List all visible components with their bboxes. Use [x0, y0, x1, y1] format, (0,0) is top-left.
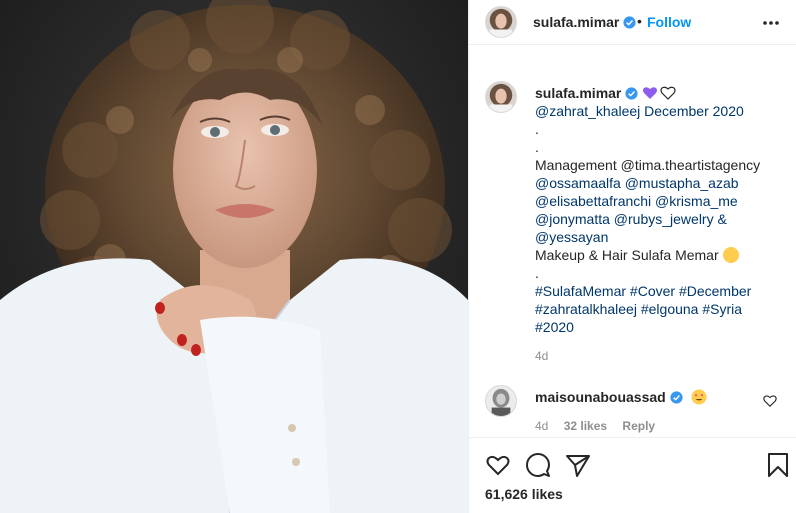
comment-meta: 4d 32 likes Reply — [535, 419, 667, 433]
post-panel: sulafa.mimar • Follow sulafa.mimar @zahr… — [468, 0, 796, 513]
header-username[interactable]: sulafa.mimar — [533, 14, 636, 30]
more-dots-icon[interactable] — [761, 13, 781, 33]
comment-like-heart-icon[interactable] — [763, 394, 777, 408]
comment-avatar[interactable] — [485, 385, 517, 417]
caption-text: Makeup & Hair Sulafa Memar — [535, 247, 719, 263]
action-bar: 61,626 likes — [469, 437, 796, 513]
caption-hashtags[interactable]: #2020 — [535, 318, 785, 336]
verified-badge-icon — [623, 16, 636, 29]
purple-and-white-heart-icon — [643, 86, 676, 100]
caption-username[interactable]: sulafa.mimar — [535, 85, 621, 101]
caption-line[interactable]: @yessayan — [535, 228, 785, 246]
caption-line: . — [535, 265, 539, 281]
caption-line[interactable]: @ossamaalfa @mustapha_azab — [535, 174, 785, 192]
caption-line: Makeup & Hair Sulafa Memar — [535, 246, 785, 264]
verified-badge-icon — [625, 87, 638, 100]
caption-hashtags[interactable]: #zahratalkhaleej #elgouna #Syria — [535, 300, 785, 318]
caption-line[interactable]: @jonymatta @rubys_jewelry & — [535, 210, 785, 228]
verified-badge-icon — [670, 391, 683, 404]
likes-count[interactable]: 61,626 likes — [485, 486, 563, 502]
heart-eyes-emoji-icon — [691, 389, 707, 405]
follow-button[interactable]: Follow — [647, 14, 691, 30]
comment-body: maisounabouassad — [535, 389, 707, 405]
smiling-face-icon — [722, 247, 739, 263]
reply-button[interactable]: Reply — [622, 419, 655, 433]
separator-dot: • — [637, 13, 642, 29]
username-link[interactable]: sulafa.mimar — [533, 14, 619, 30]
bookmark-icon[interactable] — [765, 452, 791, 478]
post-photo[interactable] — [0, 0, 468, 513]
caption-line: Management @tima.theartistagency — [535, 157, 761, 173]
comment-likes[interactable]: 32 likes — [564, 419, 607, 433]
caption-line: . — [535, 121, 539, 137]
caption-hashtags[interactable]: #SulafaMemar #Cover #December — [535, 282, 785, 300]
avatar[interactable] — [485, 6, 517, 38]
comment-timestamp[interactable]: 4d — [535, 419, 548, 433]
heart-icon[interactable] — [485, 452, 511, 478]
portrait-image — [0, 0, 468, 513]
caption-line[interactable]: @zahrat_khaleej December 2020 — [535, 102, 785, 120]
caption: sulafa.mimar @zahrat_khaleej December 20… — [535, 84, 785, 336]
caption-timestamp[interactable]: 4d — [535, 349, 548, 363]
caption-line[interactable]: @elisabettafranchi @krisma_me — [535, 192, 785, 210]
caption-line: . — [535, 139, 539, 155]
comment-icon[interactable] — [525, 452, 551, 478]
caption-avatar[interactable] — [485, 81, 517, 113]
post-header: sulafa.mimar • Follow — [469, 0, 796, 45]
share-icon[interactable] — [565, 452, 591, 478]
comment-username[interactable]: maisounabouassad — [535, 389, 666, 405]
